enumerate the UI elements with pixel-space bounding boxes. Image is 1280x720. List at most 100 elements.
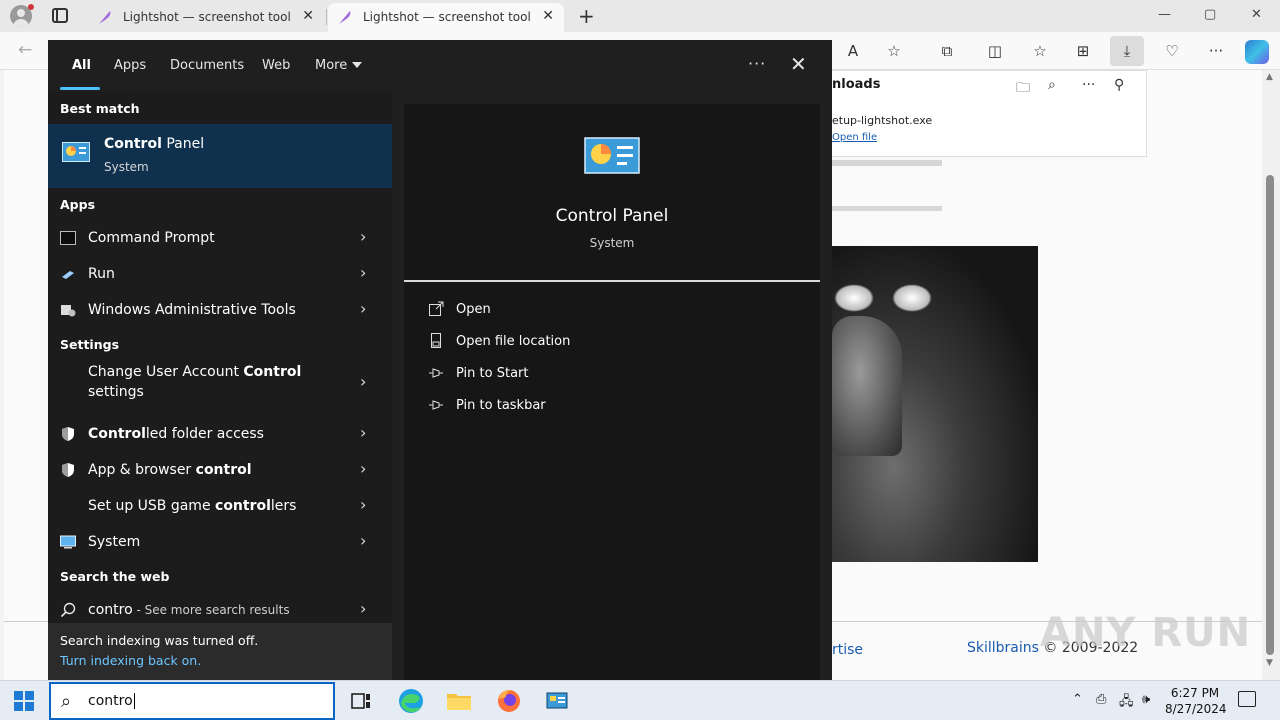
window-close-button[interactable]: ✕ <box>1251 7 1262 22</box>
label-part: Set up USB game <box>88 498 216 514</box>
task-view-icon[interactable] <box>345 685 377 717</box>
action-pin-to-taskbar[interactable]: Pin to taskbar <box>428 392 808 420</box>
tab-documents[interactable]: Documents <box>170 58 244 73</box>
copilot-icon[interactable] <box>1245 40 1269 64</box>
tab-actions-icon[interactable] <box>52 8 68 23</box>
volume-icon[interactable]: 🕪 <box>1142 692 1150 707</box>
search-icon[interactable]: ⌕ <box>1048 77 1056 93</box>
downloads-icon[interactable]: ⤓ <box>1110 36 1144 66</box>
tab-separator <box>326 9 327 25</box>
page-scrollbar[interactable]: ▲ ▼ <box>1262 70 1280 680</box>
skillbrains-link[interactable]: Skillbrains <box>967 640 1039 656</box>
new-tab-button[interactable]: + <box>578 4 595 28</box>
split-screen-icon[interactable]: ◫ <box>984 40 1006 62</box>
close-search-button[interactable]: ✕ <box>790 52 807 76</box>
chevron-right-icon[interactable]: › <box>360 227 366 246</box>
chevron-right-icon[interactable]: › <box>360 423 366 442</box>
more-options-icon[interactable]: ··· <box>1082 77 1095 93</box>
best-match-control-panel[interactable]: Control Panel System <box>48 124 392 188</box>
notification-center-icon[interactable] <box>1238 691 1256 707</box>
open-folder-icon[interactable]: 🗀 <box>1016 77 1030 101</box>
chevron-right-icon[interactable]: › <box>360 299 366 318</box>
result-command-prompt[interactable]: Command Prompt › <box>48 220 392 256</box>
label-part: Change User Account <box>88 364 244 380</box>
more-icon[interactable]: ··· <box>1205 40 1227 62</box>
edge-browser-icon[interactable] <box>395 685 427 717</box>
chevron-right-icon[interactable]: › <box>360 459 366 478</box>
action-open-file-location[interactable]: Open file location <box>428 328 808 356</box>
advertise-link[interactable]: rtise <box>832 642 863 658</box>
action-open[interactable]: Open <box>428 296 808 324</box>
pin-icon <box>429 368 443 378</box>
file-explorer-icon[interactable] <box>443 685 475 717</box>
system-clock[interactable]: 6:27 PM 8/27/2024 <box>1165 685 1227 717</box>
result-uac-settings[interactable]: Change User Account Control settings › <box>48 360 392 406</box>
match-highlight: Control <box>104 136 162 152</box>
pin-icon[interactable]: ⚲ <box>1114 77 1124 93</box>
search-input[interactable]: contro <box>88 693 135 709</box>
notification-dot <box>28 4 34 10</box>
tab-close-icon[interactable]: ✕ <box>542 8 554 24</box>
read-aloud-icon[interactable]: A <box>842 40 864 62</box>
extensions-icon[interactable]: ⧉ <box>936 40 958 62</box>
chevron-up-icon[interactable]: ⌃ <box>1072 692 1083 707</box>
result-label: Run <box>88 266 115 282</box>
photo-light <box>834 284 874 312</box>
result-system[interactable]: System › <box>48 524 392 560</box>
clock-date: 8/27/2024 <box>1165 702 1227 716</box>
label-part: settings <box>88 384 144 400</box>
chevron-right-icon[interactable]: › <box>360 599 366 618</box>
taskbar-search-box[interactable]: ⌕ contro <box>49 682 335 720</box>
browser-essentials-icon[interactable]: ♡ <box>1161 40 1183 62</box>
tab-more[interactable]: More <box>315 58 347 73</box>
action-pin-to-start[interactable]: Pin to Start <box>428 360 808 388</box>
browser-tab-bar: Lightshot — screenshot tool for Mac & Wi… <box>0 0 1280 32</box>
collections-icon[interactable]: ⊞ <box>1072 40 1094 62</box>
search-filter-tabs: All Apps Documents Web More ··· ✕ <box>48 40 832 92</box>
browser-tab-2[interactable]: Lightshot — screenshot tool for Mac & Wi… <box>328 3 564 32</box>
cat-photo-image <box>832 246 1038 562</box>
result-controlled-folder-access[interactable]: Controlled folder access › <box>48 416 392 452</box>
scroll-up-arrow-icon[interactable]: ▲ <box>1266 72 1273 82</box>
result-preview-pane: Control Panel System Open Open file loca… <box>404 104 820 680</box>
preview-subtitle: System <box>589 236 635 250</box>
back-arrow-icon[interactable]: ← <box>18 40 32 60</box>
match-highlight: control <box>215 498 271 514</box>
control-panel-taskbar-icon[interactable] <box>541 685 573 717</box>
chevron-down-icon <box>352 62 362 68</box>
network-icon[interactable]: 🖧 <box>1119 692 1134 714</box>
result-app-browser-control[interactable]: App & browser control › <box>48 452 392 488</box>
maximize-button[interactable]: ▢ <box>1204 7 1216 22</box>
turn-indexing-on-link[interactable]: Turn indexing back on. <box>60 653 201 668</box>
result-label: Windows Administrative Tools <box>88 302 296 318</box>
chevron-right-icon[interactable]: › <box>360 372 366 391</box>
open-file-link[interactable]: Open file <box>832 132 877 143</box>
scrollbar-thumb[interactable] <box>1266 175 1274 655</box>
chevron-right-icon[interactable]: › <box>360 531 366 550</box>
favorite-star-icon[interactable]: ☆ <box>883 40 905 62</box>
clock-time: 6:27 PM <box>1170 686 1220 700</box>
search-results-list: Best match Control Panel System Apps Com… <box>48 92 392 680</box>
tab-apps[interactable]: Apps <box>114 58 146 73</box>
favorites-icon[interactable]: ☆ <box>1029 40 1051 62</box>
tab-title: Lightshot — screenshot tool for Mac & Wi… <box>363 10 533 24</box>
tab-all[interactable]: All <box>72 58 91 73</box>
meet-now-icon[interactable]: ⎙ <box>1096 692 1106 707</box>
best-match-name: Control Panel <box>104 136 204 152</box>
action-label: Open file location <box>456 334 571 349</box>
browser-tab-1[interactable]: Lightshot — screenshot tool for Mac & Wi… <box>88 3 324 32</box>
scroll-down-arrow-icon[interactable]: ▼ <box>1266 658 1273 668</box>
result-run[interactable]: Run › <box>48 256 392 292</box>
windows-start-icon[interactable] <box>14 691 34 711</box>
result-usb-game-controllers[interactable]: Set up USB game controllers › <box>48 488 392 524</box>
tab-web[interactable]: Web <box>262 58 290 73</box>
search-icon <box>60 602 76 618</box>
section-best-match: Best match <box>60 101 140 116</box>
firefox-icon[interactable] <box>493 685 525 717</box>
chevron-right-icon[interactable]: › <box>360 263 366 282</box>
tab-close-icon[interactable]: ✕ <box>302 8 314 24</box>
more-options-icon[interactable]: ··· <box>748 54 766 73</box>
chevron-right-icon[interactable]: › <box>360 495 366 514</box>
result-admin-tools[interactable]: Windows Administrative Tools › <box>48 292 392 328</box>
minimize-button[interactable]: — <box>1158 7 1171 22</box>
